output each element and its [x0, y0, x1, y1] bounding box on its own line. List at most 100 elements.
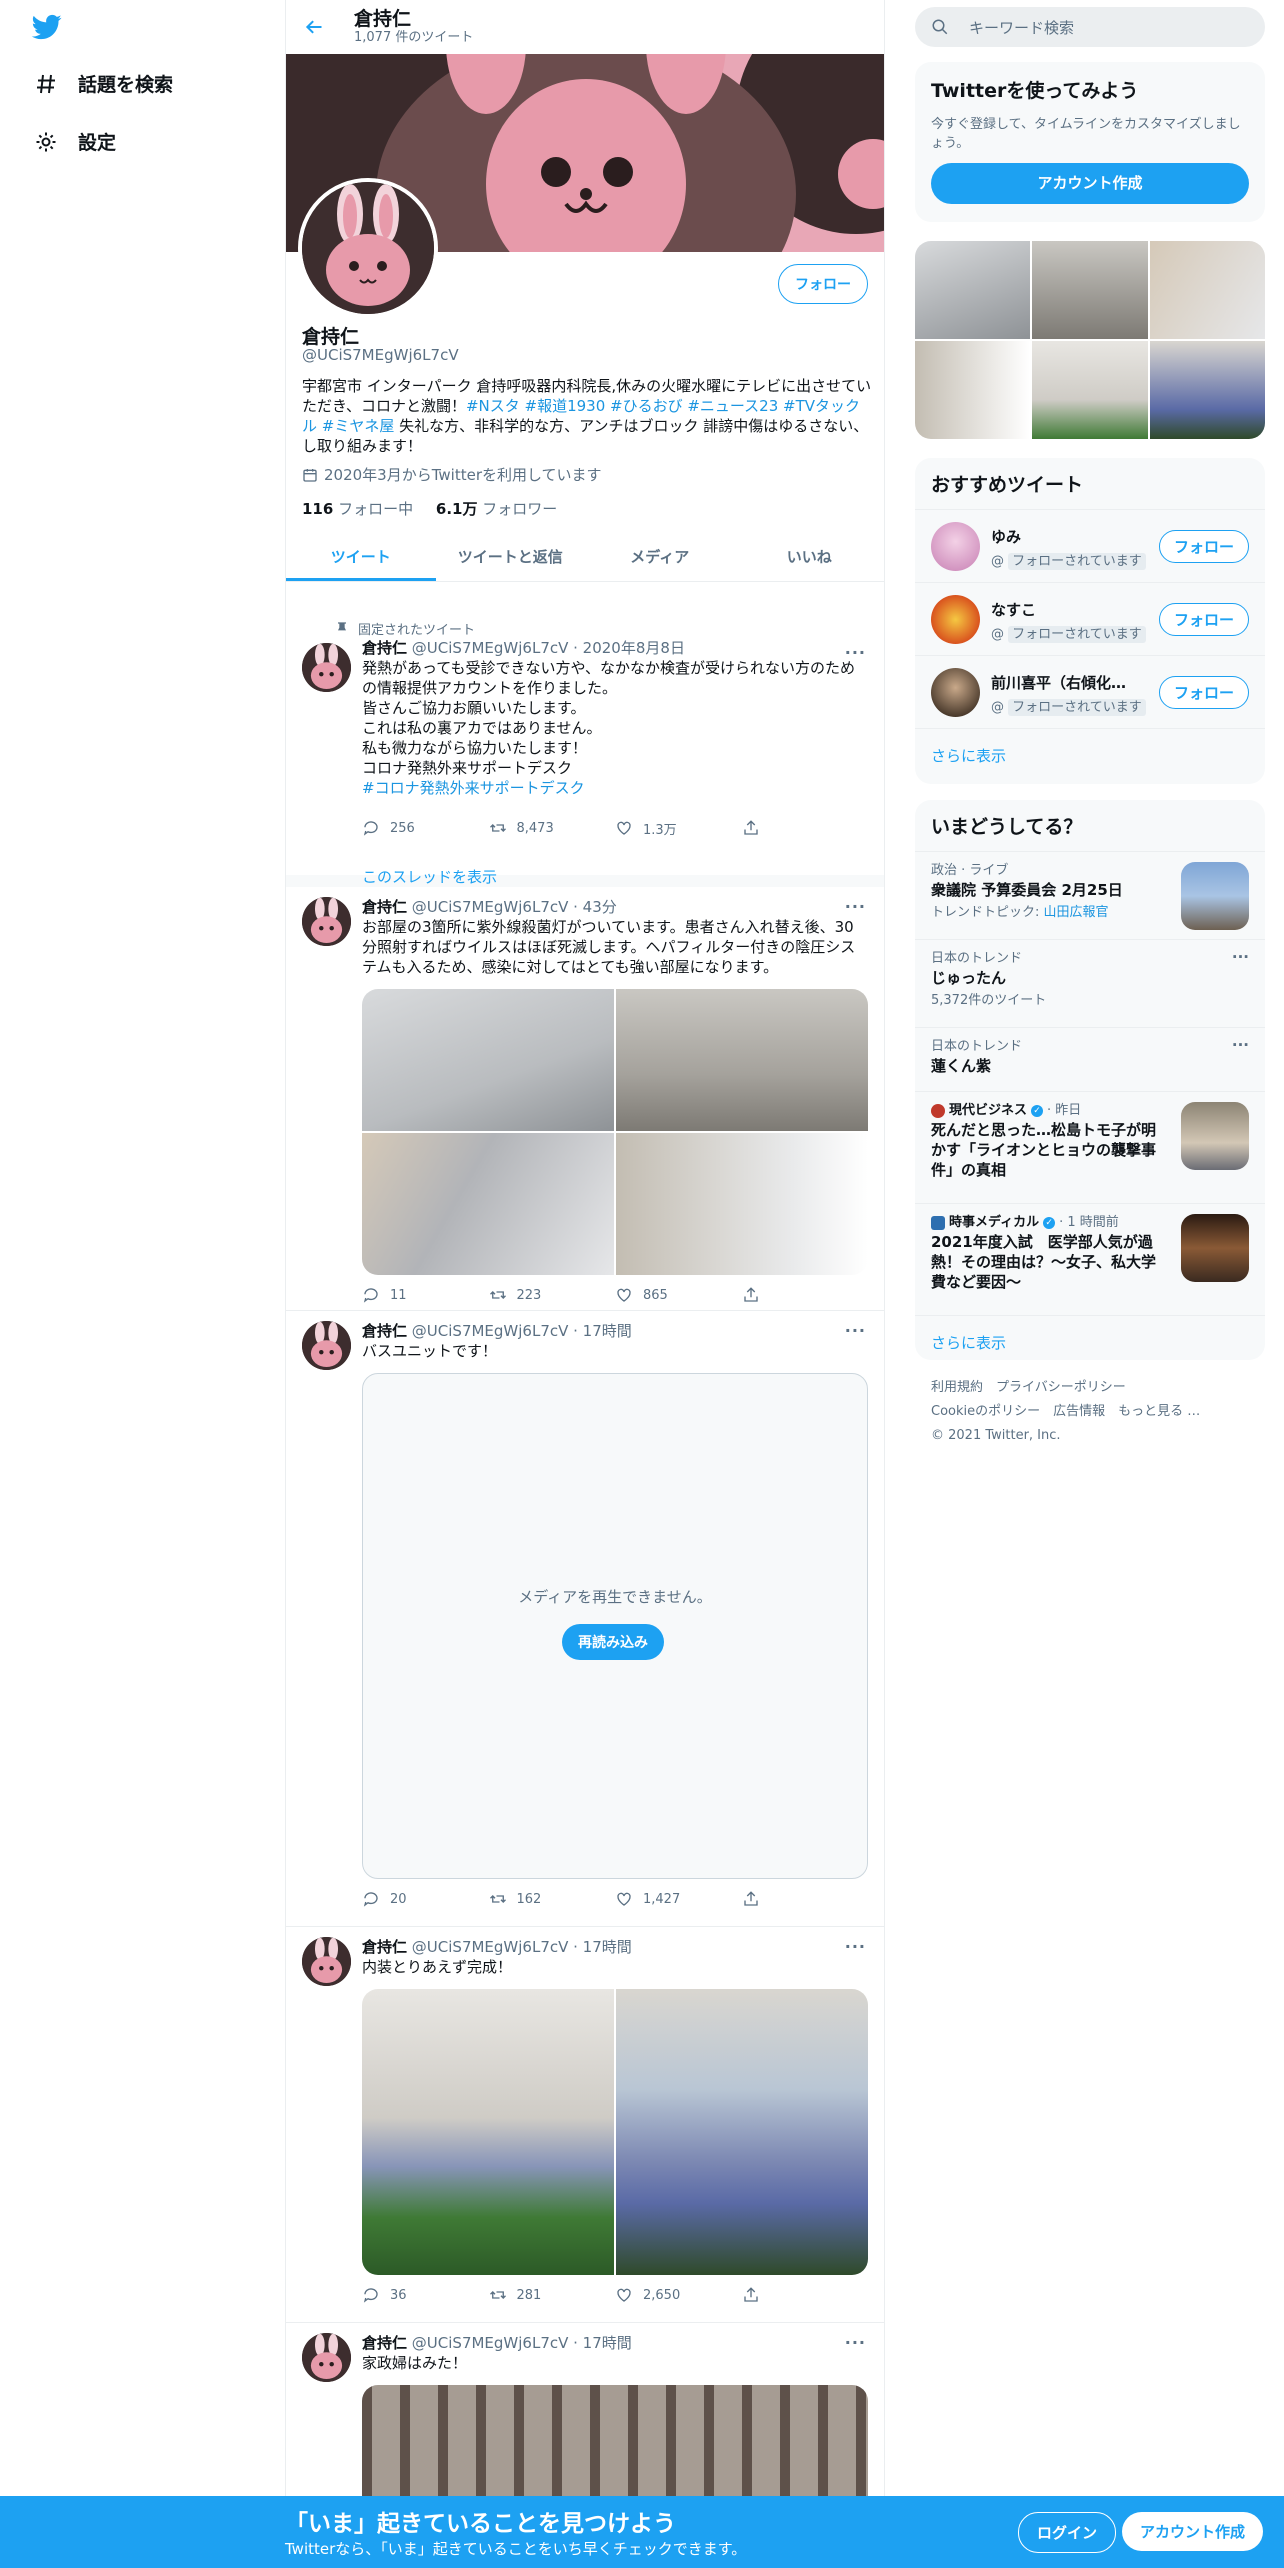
reply-icon — [363, 1288, 378, 1303]
retweet-button[interactable]: 162 — [489, 1889, 616, 1909]
like-button[interactable]: 865 — [615, 1285, 742, 1305]
more-link[interactable]: もっと見る … — [1118, 1404, 1200, 1419]
share-button[interactable] — [742, 818, 869, 838]
pinned-tweet[interactable]: 固定されたツイート ··· 倉持仁 @UCiS7MEgWj6L7cV · 202… — [286, 609, 884, 887]
search-box[interactable]: キーワード検索 — [915, 7, 1265, 47]
retweet-button[interactable]: 281 — [489, 2285, 616, 2305]
like-button[interactable]: 1.3万 — [615, 818, 742, 838]
share-button[interactable] — [742, 2285, 869, 2305]
tweet[interactable]: ··· 倉持仁 @UCiS7MEgWj6L7cV · 43分 お部屋の3箇所に紫… — [286, 887, 884, 1311]
heart-icon — [617, 1892, 631, 1906]
create-account-button[interactable]: アカウント作成 — [931, 163, 1249, 204]
tweet-photo[interactable] — [362, 2385, 868, 2505]
follow-account-button[interactable]: フォロー — [1158, 530, 1249, 563]
tweet-photo[interactable] — [616, 989, 868, 1131]
signup-button[interactable]: アカウント作成 — [1122, 2512, 1264, 2551]
reply-button[interactable]: 256 — [362, 818, 489, 838]
tweet-photo[interactable] — [362, 1133, 614, 1275]
more-options-icon[interactable]: ··· — [845, 1321, 866, 1340]
more-options-icon[interactable]: ··· — [845, 2333, 866, 2352]
profile-avatar[interactable] — [298, 178, 438, 318]
follow-button[interactable]: フォロー — [778, 264, 868, 304]
account-follows-you: @ フォローされています — [991, 550, 1146, 570]
recommended-account[interactable]: ゆみ @ フォローされています フォロー — [915, 509, 1265, 582]
recommended-account[interactable]: 前川喜平（右傾化を深く憂慮する一市民） @ フォローされています フォロー — [915, 655, 1265, 728]
tweet-avatar[interactable] — [302, 897, 351, 946]
tweet-photo-grid — [362, 989, 868, 1275]
tweet-photo[interactable] — [616, 1989, 868, 2275]
media-thumbnail[interactable] — [1032, 241, 1148, 339]
tweet[interactable]: ··· 倉持仁 @UCiS7MEgWj6L7cV · 17時間 内装とりあえず完… — [286, 1927, 884, 2323]
bottom-signup-bar: 「いま」起きていることを見つけよう Twitterなら、「いま」起きていることを… — [0, 2496, 1284, 2568]
media-thumbnail[interactable] — [915, 341, 1031, 439]
more-options-icon[interactable]: ··· — [1232, 948, 1249, 966]
show-thread-link[interactable]: このスレッドを表示 — [362, 866, 868, 887]
tab-tweets[interactable]: ツイート — [286, 532, 436, 581]
following-link[interactable]: 116 フォロー中 — [302, 500, 413, 518]
follow-account-button[interactable]: フォロー — [1158, 676, 1249, 709]
signup-card: Twitterを使ってみよう 今すぐ登録して、タイムラインをカスタマイズしましょ… — [915, 62, 1265, 222]
copyright: © 2021 Twitter, Inc. — [931, 1428, 1061, 1443]
tweet-avatar[interactable] — [302, 1321, 351, 1370]
reload-button[interactable]: 再読み込み — [562, 1624, 664, 1660]
follow-account-button[interactable]: フォロー — [1158, 603, 1249, 636]
privacy-link[interactable]: プライバシーポリシー — [996, 1380, 1126, 1395]
ads-info-link[interactable]: 広告情報 — [1053, 1404, 1105, 1419]
news-source-logo — [931, 1104, 945, 1118]
tweet-header: 倉持仁 @UCiS7MEgWj6L7cV · 17時間 — [362, 1938, 632, 1956]
share-button[interactable] — [742, 1285, 869, 1305]
recommended-accounts-card: おすすめツイート ゆみ @ フォローされています フォロー なすこ @ フォロー… — [915, 458, 1265, 784]
show-more-recommended[interactable]: さらに表示 — [915, 728, 1265, 782]
more-options-icon[interactable]: ··· — [845, 897, 866, 916]
tweet-avatar[interactable] — [302, 2333, 351, 2382]
media-thumbnail[interactable] — [1032, 341, 1148, 439]
reply-button[interactable]: 20 — [362, 1889, 489, 1909]
retweet-button[interactable]: 223 — [489, 1285, 616, 1305]
media-thumbnail[interactable] — [915, 241, 1031, 339]
followers-link[interactable]: 6.1万 フォロワー — [436, 500, 557, 518]
news-item[interactable]: 時事メディカル ✓ · 1 時間前 2021年度入試 医学部人気が過熱！その理由… — [915, 1203, 1265, 1315]
more-options-icon[interactable]: ··· — [845, 1937, 866, 1956]
news-item[interactable]: 現代ビジネス ✓ · 昨日 死んだと思った…松島トモ子が明かす「ライオンとヒョウ… — [915, 1091, 1265, 1203]
media-thumbnail[interactable] — [1149, 241, 1265, 339]
tweet-photo[interactable] — [362, 1989, 614, 2275]
reply-button[interactable]: 11 — [362, 1285, 489, 1305]
nav-explore[interactable]: 話題を検索 — [34, 70, 173, 97]
tweet-hashtag[interactable]: #コロナ発熱外来サポートデスク — [362, 779, 585, 797]
more-options-icon[interactable]: ··· — [1232, 1036, 1249, 1054]
back-arrow-icon[interactable] — [304, 17, 324, 37]
tweet-avatar[interactable] — [302, 1937, 351, 1986]
like-button[interactable]: 2,650 — [615, 2285, 742, 2305]
account-name: ゆみ — [991, 528, 1022, 546]
recommended-account[interactable]: なすこ @ フォローされています フォロー — [915, 582, 1265, 655]
trend-item[interactable]: 日本のトレンド じゅったん 5,372件のツイート ··· — [915, 939, 1265, 1027]
retweet-button[interactable]: 8,473 — [489, 818, 616, 838]
terms-link[interactable]: 利用規約 — [931, 1380, 983, 1395]
news-image — [1181, 1102, 1249, 1170]
media-thumbnail[interactable] — [1149, 341, 1265, 439]
reply-button[interactable]: 36 — [362, 2285, 489, 2305]
share-button[interactable] — [742, 1889, 869, 1909]
verified-badge-icon: ✓ — [1043, 1217, 1056, 1229]
trend-item[interactable]: 政治 · ライブ 衆議院 予算委員会 2月25日 トレンドトピック: 山田広報官 — [915, 851, 1265, 939]
like-button[interactable]: 1,427 — [615, 1889, 742, 1909]
share-icon — [743, 820, 758, 835]
login-button[interactable]: ログイン — [1018, 2512, 1117, 2553]
nav-settings[interactable]: 設定 — [34, 128, 116, 155]
twitter-logo-icon[interactable] — [30, 12, 64, 42]
tweet[interactable]: ··· 倉持仁 @UCiS7MEgWj6L7cV · 17時間 家政婦はみた！ — [286, 2323, 884, 2523]
more-options-icon[interactable]: ··· — [845, 643, 866, 662]
tab-media[interactable]: メディア — [585, 532, 735, 581]
show-more-trends[interactable]: さらに表示 — [915, 1315, 1265, 1360]
tweet-photo[interactable] — [362, 989, 614, 1131]
video-player[interactable]: メディアを再生できません。 再読み込み — [362, 1373, 868, 1879]
cookie-link[interactable]: Cookieのポリシー — [931, 1404, 1040, 1419]
tweet-avatar[interactable] — [302, 643, 351, 692]
tweet-photo[interactable] — [616, 1133, 868, 1275]
trend-item[interactable]: 日本のトレンド 蓮くん紫 ··· — [915, 1027, 1265, 1091]
tweet[interactable]: ··· 倉持仁 @UCiS7MEgWj6L7cV · 17時間 バスユニットです… — [286, 1311, 884, 1927]
tab-tweets-replies[interactable]: ツイートと返信 — [436, 532, 586, 581]
tab-likes[interactable]: いいね — [735, 532, 885, 581]
search-input[interactable]: キーワード検索 — [969, 17, 1074, 38]
trend-topic-link[interactable]: 山田広報官 — [1044, 905, 1109, 920]
